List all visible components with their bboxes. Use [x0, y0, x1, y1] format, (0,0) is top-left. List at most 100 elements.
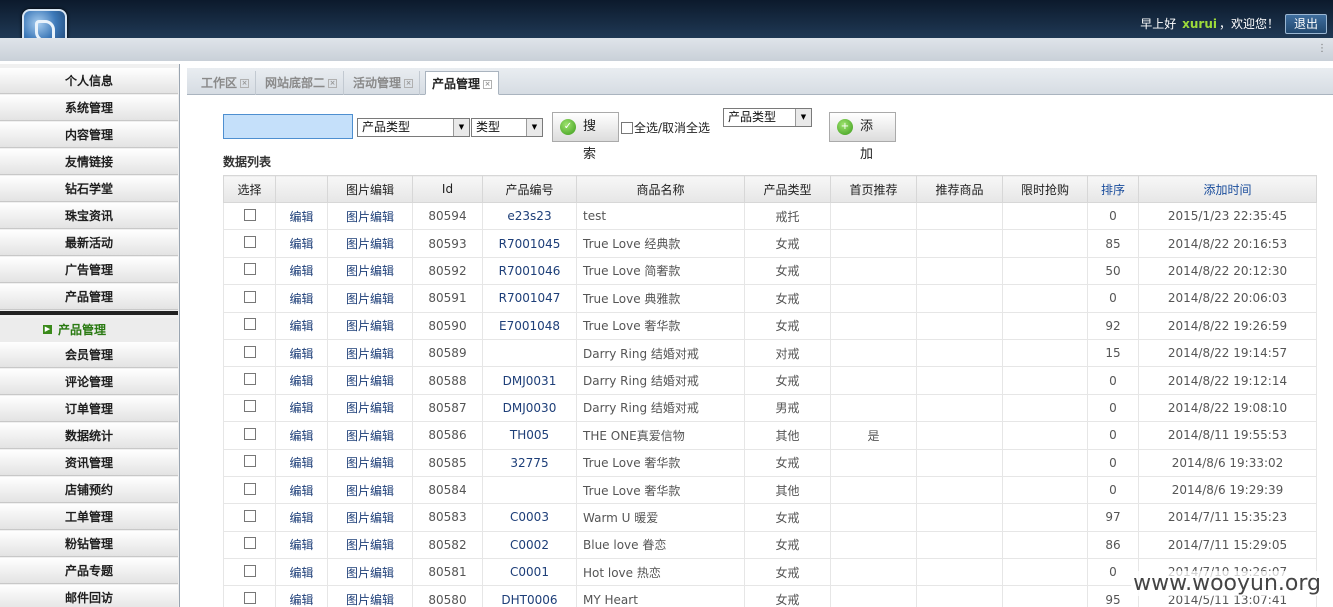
row-checkbox[interactable] [243, 455, 256, 468]
row-checkbox[interactable] [243, 537, 256, 550]
image-edit-link[interactable]: 图片编辑 [327, 503, 413, 532]
row-checkbox[interactable] [243, 208, 256, 221]
row-checkbox[interactable] [243, 427, 256, 440]
row-checkbox[interactable] [243, 592, 256, 605]
row-checkbox[interactable] [243, 290, 256, 303]
sidebar-item[interactable]: 粉钻管理 [0, 531, 178, 557]
row-checkbox[interactable] [243, 373, 256, 386]
sidebar-item[interactable]: 订单管理 [0, 396, 178, 422]
edit-link[interactable]: 编辑 [275, 284, 328, 313]
row-checkbox[interactable] [243, 345, 256, 358]
image-edit-link[interactable]: 图片编辑 [327, 256, 413, 286]
search-input[interactable] [223, 114, 353, 139]
sidebar-item[interactable]: 数据统计 [0, 423, 178, 449]
search-button[interactable]: ✓ 搜 索 [552, 112, 619, 162]
image-edit-link[interactable]: 图片编辑 [327, 530, 413, 560]
chevron-down-icon[interactable]: ▼ [795, 109, 811, 126]
edit-link[interactable]: 编辑 [275, 475, 328, 505]
sidebar-item[interactable]: 个人信息 [0, 68, 178, 94]
edit-link[interactable]: 编辑 [275, 530, 328, 560]
sidebar-item[interactable]: 产品专题 [0, 558, 178, 584]
product-code-cell: DHT0006 [482, 585, 577, 607]
sidebar-item[interactable]: 广告管理 [0, 257, 178, 283]
image-edit-link[interactable]: 图片编辑 [327, 475, 413, 505]
edit-link[interactable]: 编辑 [275, 201, 328, 231]
sidebar-item[interactable]: 产品管理 [0, 284, 178, 310]
close-icon[interactable]: × [483, 80, 493, 89]
image-edit-link[interactable]: 图片编辑 [327, 284, 413, 313]
row-checkbox[interactable] [243, 509, 256, 522]
product-name-cell: True Love 奢华款 [576, 475, 745, 505]
close-icon[interactable]: × [404, 79, 414, 88]
column-header[interactable]: 排序 [1087, 175, 1139, 203]
edit-link[interactable]: 编辑 [275, 585, 328, 607]
edit-link[interactable]: 编辑 [275, 503, 328, 532]
row-checkbox[interactable] [243, 400, 256, 413]
sidebar-item[interactable]: 钻石学堂 [0, 176, 178, 202]
added-time-cell: 2014/8/22 20:12:30 [1138, 256, 1317, 286]
tab-item[interactable]: 网站底部二 × [259, 71, 345, 95]
edit-link[interactable]: 编辑 [275, 338, 328, 368]
product-type-cell: 女戒 [744, 530, 831, 560]
product-name-cell: Blue love 眷恋 [576, 530, 745, 560]
image-edit-link[interactable]: 图片编辑 [327, 585, 413, 607]
chevron-down-icon[interactable]: ▼ [453, 119, 469, 136]
sidebar-item[interactable]: 店铺预约 [0, 477, 178, 503]
type-select[interactable]: 类型 ▼ [471, 118, 543, 137]
edit-link[interactable]: 编辑 [275, 393, 328, 423]
product-type-select-2[interactable]: 产品类型 ▼ [723, 108, 812, 127]
image-edit-link[interactable]: 图片编辑 [327, 311, 413, 340]
column-header: 选择 [223, 175, 276, 203]
sidebar-item[interactable]: 最新活动 [0, 230, 178, 256]
sidebar-item[interactable]: 友情链接 [0, 149, 178, 175]
edit-link[interactable]: 编辑 [275, 421, 328, 450]
sidebar-item[interactable]: 邮件回访 [0, 585, 178, 607]
row-checkbox[interactable] [243, 318, 256, 331]
edit-link[interactable]: 编辑 [275, 366, 328, 395]
image-edit-link[interactable]: 图片编辑 [327, 448, 413, 477]
sidebar-item[interactable]: 会员管理 [0, 342, 178, 368]
column-header[interactable]: 添加时间 [1138, 175, 1317, 203]
image-edit-link[interactable]: 图片编辑 [327, 421, 413, 450]
welcome-text: ，欢迎您！ [1218, 17, 1279, 31]
row-checkbox[interactable] [243, 236, 256, 249]
logout-button[interactable]: 退出 [1285, 14, 1327, 34]
sidebar-item[interactable]: 内容管理 [0, 122, 178, 148]
row-checkbox[interactable] [243, 263, 256, 276]
sidebar-item[interactable]: 评论管理 [0, 369, 178, 395]
image-edit-link[interactable]: 图片编辑 [327, 366, 413, 395]
row-checkbox[interactable] [243, 482, 256, 495]
product-name-cell: True Love 经典款 [576, 229, 745, 258]
sidebar-item[interactable]: 系统管理 [0, 95, 178, 121]
image-edit-link[interactable]: 图片编辑 [327, 338, 413, 368]
sidebar-item[interactable]: 珠宝资讯 [0, 203, 178, 229]
image-edit-link[interactable]: 图片编辑 [327, 229, 413, 258]
product-type-select[interactable]: 产品类型 ▼ [357, 118, 470, 137]
close-icon[interactable]: × [240, 79, 250, 88]
tab-item[interactable]: 活动管理 × [347, 71, 421, 95]
product-code-cell: C0003 [482, 503, 577, 532]
product-code-cell: DMJ0031 [482, 366, 577, 395]
select-all-checkbox[interactable] [621, 122, 633, 134]
add-button[interactable]: + 添 加 [829, 112, 896, 162]
sort-cell: 0 [1087, 475, 1139, 505]
select-all-toggle[interactable]: 全选/取消全选 [621, 119, 710, 136]
sidebar-group-active[interactable]: ▶ 产品管理 [0, 318, 178, 342]
row-checkbox[interactable] [243, 564, 256, 577]
edit-link[interactable]: 编辑 [275, 229, 328, 258]
image-edit-link[interactable]: 图片编辑 [327, 201, 413, 231]
sidebar-item[interactable]: 资讯管理 [0, 450, 178, 476]
edit-link[interactable]: 编辑 [275, 256, 328, 286]
edit-link[interactable]: 编辑 [275, 558, 328, 587]
image-edit-link[interactable]: 图片编辑 [327, 393, 413, 423]
tab-item[interactable]: 工作区 × [195, 71, 257, 95]
tab-item[interactable]: 产品管理 × [425, 71, 500, 95]
sidebar-divider [0, 311, 178, 315]
edit-link[interactable]: 编辑 [275, 448, 328, 477]
image-edit-link[interactable]: 图片编辑 [327, 558, 413, 587]
chevron-down-icon[interactable]: ▼ [526, 119, 542, 136]
close-icon[interactable]: × [328, 79, 338, 88]
home-recommend-cell [830, 256, 917, 286]
edit-link[interactable]: 编辑 [275, 311, 328, 340]
sidebar-item[interactable]: 工单管理 [0, 504, 178, 530]
